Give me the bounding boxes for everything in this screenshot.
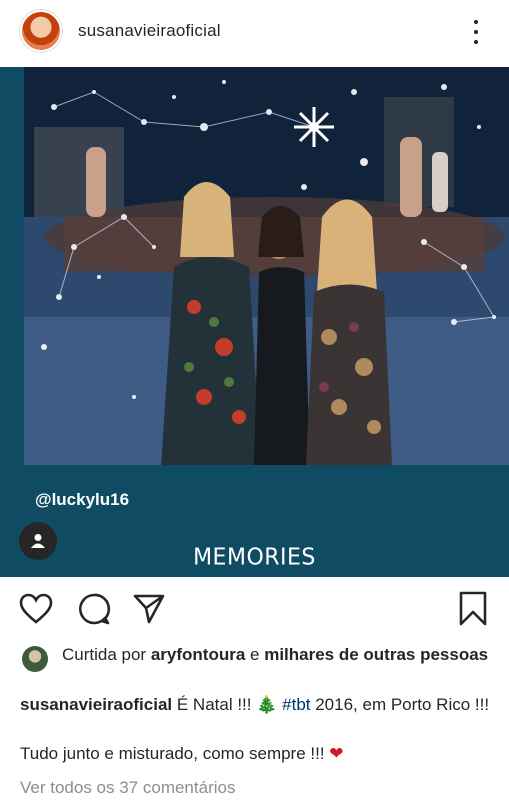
- view-all-comments-link[interactable]: Ver todos os 37 comentários: [20, 778, 235, 798]
- action-bar: [0, 585, 509, 635]
- caption-author[interactable]: susanavieiraoficial: [20, 695, 172, 714]
- likes-prefix: Curtida por: [62, 645, 151, 664]
- caption-hashtag[interactable]: #tbt: [282, 695, 310, 714]
- likes-text: Curtida por aryfontoura e milhares de ou…: [20, 643, 490, 667]
- bookmark-icon[interactable]: [455, 591, 491, 627]
- post-header: susanavieiraoficial: [0, 0, 509, 66]
- likes-summary[interactable]: Curtida por aryfontoura e milhares de ou…: [20, 643, 490, 672]
- caption-line-2: Tudo junto e misturado, como sempre !!! …: [20, 744, 344, 764]
- more-options-icon[interactable]: [466, 18, 486, 46]
- heart-icon[interactable]: [18, 591, 54, 627]
- send-icon[interactable]: [131, 591, 167, 627]
- christmas-tree-emoji: 🎄: [256, 695, 278, 714]
- likes-others[interactable]: milhares de outras pessoas: [264, 645, 488, 664]
- post-username[interactable]: susanavieiraoficial: [78, 21, 221, 41]
- memories-overlay-text: MEMORIES: [193, 544, 316, 571]
- tagged-username[interactable]: @luckylu16: [35, 490, 129, 510]
- post-image[interactable]: @luckylu16 MEMORIES: [0, 67, 509, 577]
- profile-avatar[interactable]: [20, 10, 62, 52]
- photo-illustration: [24, 67, 509, 465]
- post-caption: susanavieiraoficial É Natal !!! 🎄 #tbt 2…: [20, 693, 490, 717]
- caption-text-a: É Natal !!!: [172, 695, 257, 714]
- red-heart-emoji: ❤: [329, 744, 344, 763]
- liker-avatar: [22, 646, 48, 672]
- caption-line2-text: Tudo junto e misturado, como sempre !!!: [20, 744, 330, 763]
- post-photo: [24, 67, 509, 465]
- likes-joiner: e: [245, 645, 265, 664]
- comment-icon[interactable]: [76, 591, 112, 627]
- liker-username[interactable]: aryfontoura: [151, 645, 245, 664]
- caption-text-b: 2016, em Porto Rico !!!: [310, 695, 490, 714]
